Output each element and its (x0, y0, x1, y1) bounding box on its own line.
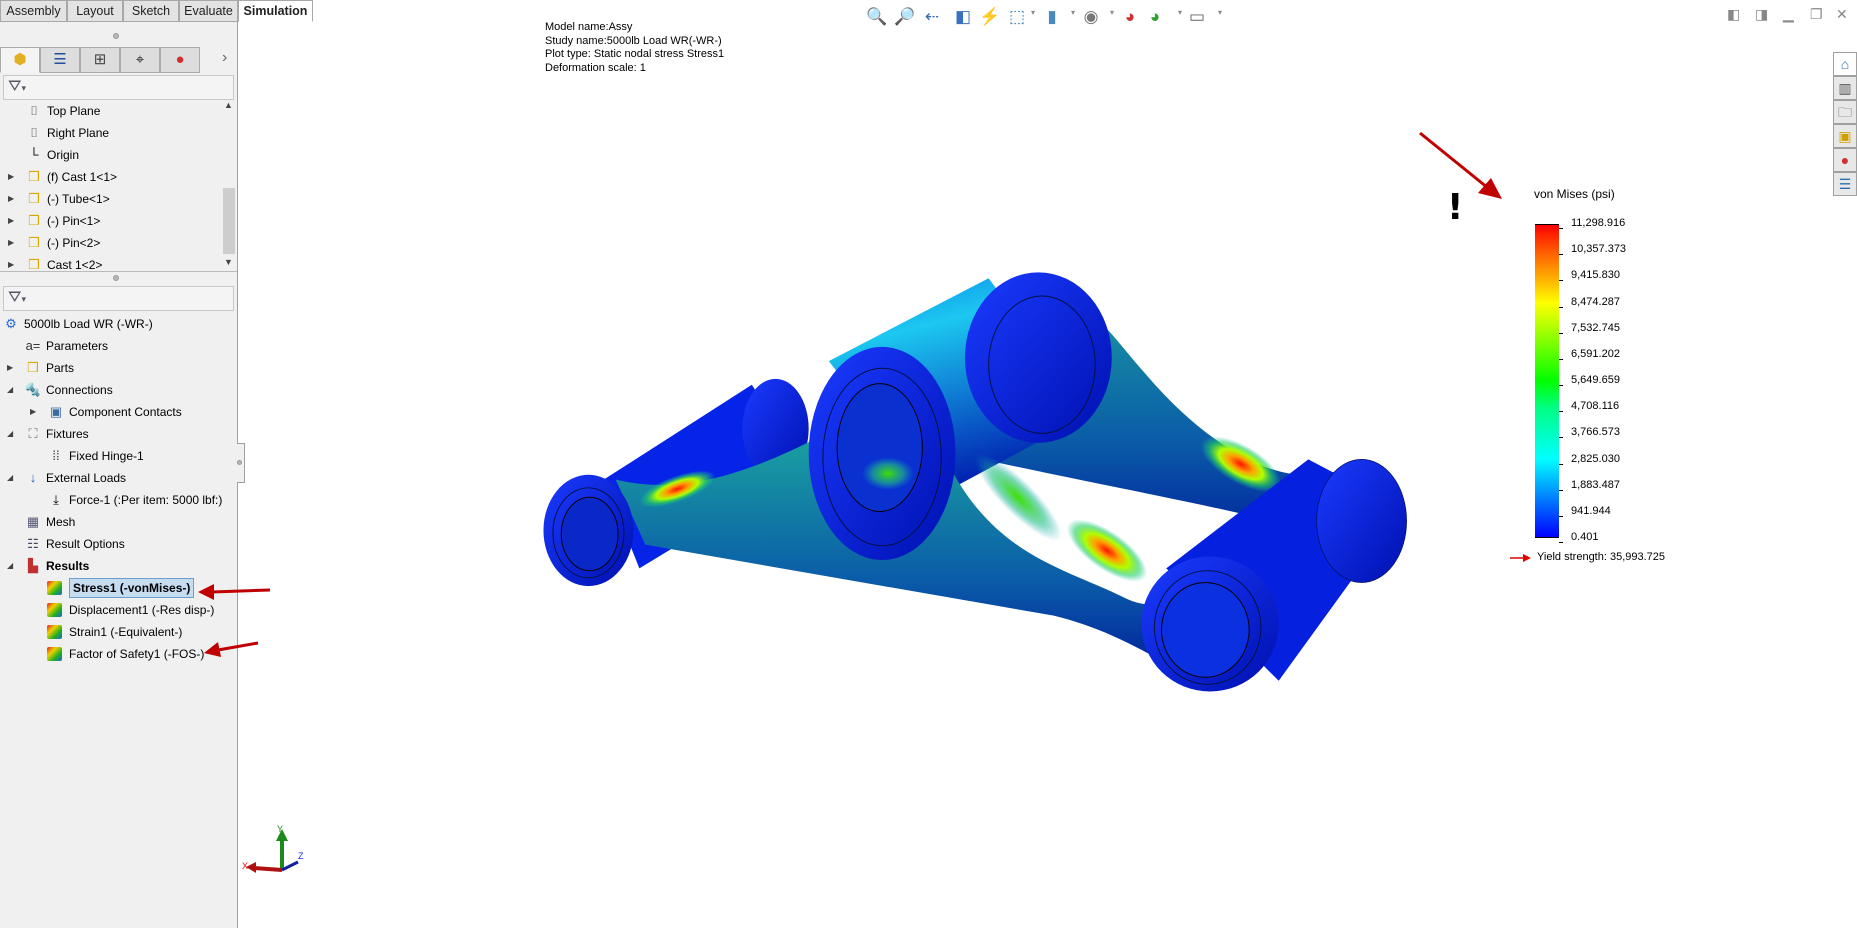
legend-tick (1559, 515, 1563, 517)
yield-marker-arrow-icon (1510, 554, 1531, 562)
legend-label: 10,357.373 (1571, 243, 1627, 256)
color-bar (1535, 224, 1559, 538)
legend-tick (1559, 228, 1563, 229)
legend-tick (1559, 280, 1563, 282)
yield-strength: Yield strength: 35,993.725 (1537, 551, 1666, 563)
legend-label: 5,649.659 (1571, 374, 1620, 386)
triad-z-label: Z (298, 851, 304, 861)
right-rear-boss (1316, 459, 1407, 583)
legend-label: 2,825.030 (1571, 452, 1620, 465)
legend-tick (1559, 385, 1563, 386)
legend-tick (1559, 358, 1563, 360)
rear-center-boss (964, 272, 1112, 443)
legend-label: 1,883.487 (1571, 478, 1620, 491)
legend-tick (1559, 437, 1563, 439)
center-bore (836, 383, 923, 512)
legend-label: 6,591.202 (1571, 347, 1620, 360)
legend-label: 0.401 (1571, 531, 1599, 543)
legend-label: 7,532.745 (1571, 321, 1620, 334)
legend-tick (1559, 306, 1563, 308)
legend-label: 941.944 (1571, 504, 1611, 517)
reference-triad[interactable]: Y X Z (240, 825, 310, 880)
warning-mark: ! (1447, 187, 1464, 228)
legend-title: von Mises (psi) (1534, 187, 1615, 201)
legend-tick (1559, 332, 1563, 334)
legend-tick (1559, 254, 1563, 256)
triad-y-label: Y (277, 825, 283, 834)
triad-x-label: X (242, 861, 248, 871)
legend-label: 8,474.287 (1571, 295, 1620, 308)
legend-label: 4,708.116 (1571, 400, 1620, 413)
legend-tick (1559, 411, 1563, 413)
legend-label: 11,298.916 (1571, 217, 1626, 229)
legend-tick (1559, 463, 1563, 465)
legend-label: 3,766.573 (1571, 426, 1620, 439)
legend-label: 9,415.830 (1571, 269, 1620, 282)
legend-tick (1559, 489, 1563, 491)
legend-tick (1559, 542, 1563, 543)
